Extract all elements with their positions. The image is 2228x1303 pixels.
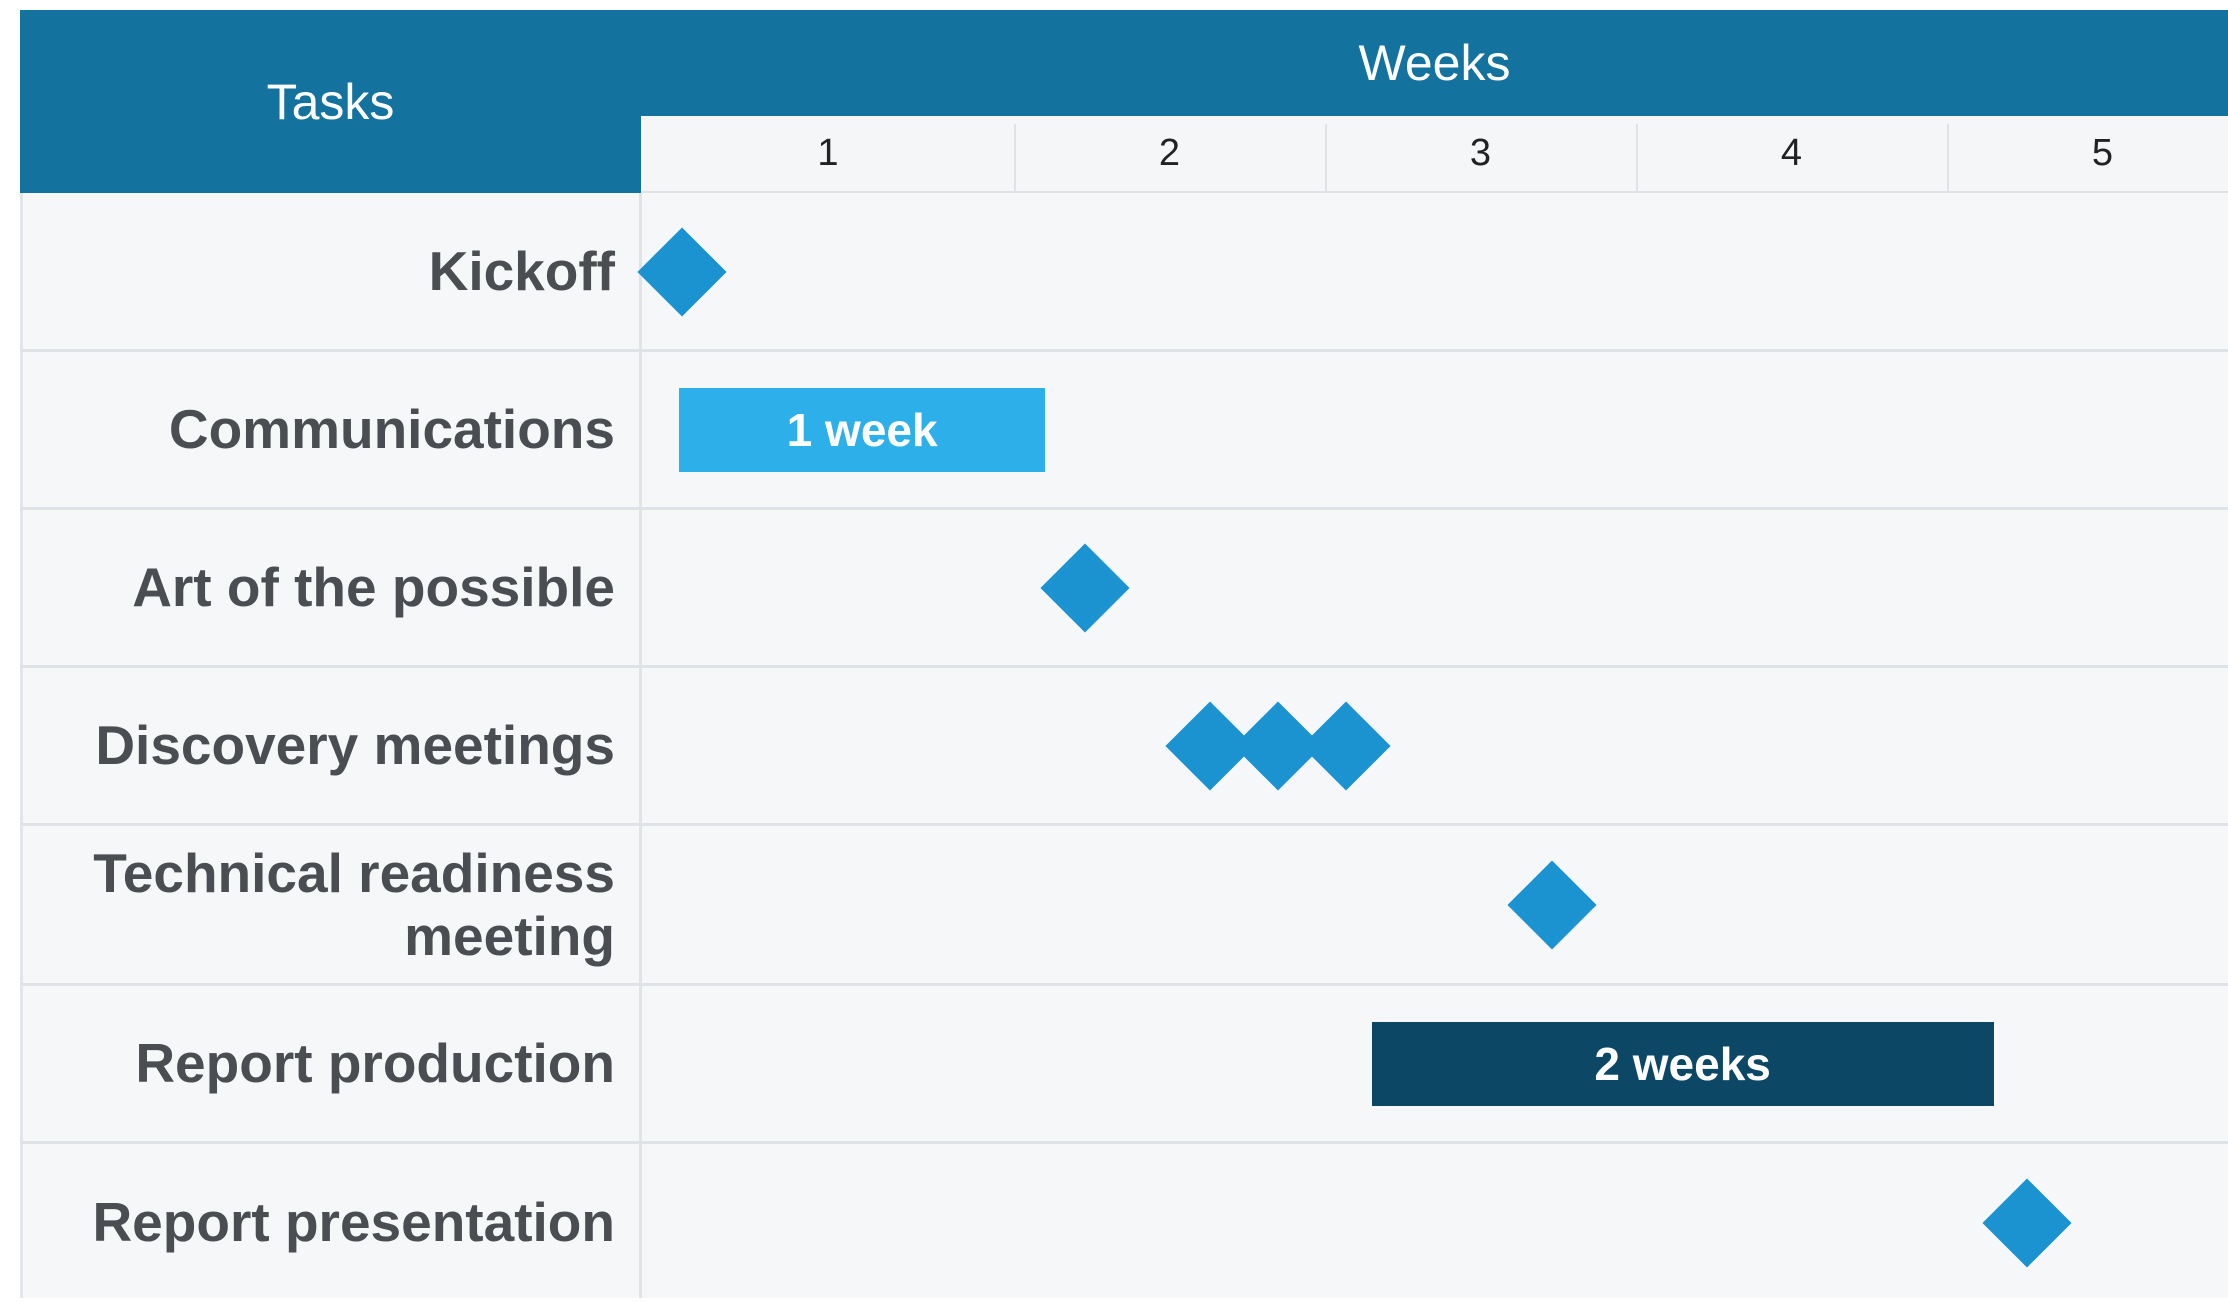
gantt-chart: Tasks Weeks 1 2 3 4 5 Kickoff Communications 1…: [0, 0, 2228, 1298]
week-divider: [1636, 124, 1638, 191]
duration-bar: 2 weeks: [1371, 1022, 1994, 1106]
task-label-text: Technical readiness meeting: [93, 841, 615, 967]
task-label: Art of the possible: [20, 509, 615, 667]
week-divider: [1014, 124, 1016, 191]
task-label: Kickoff: [20, 193, 615, 351]
week-scale: 1 2 3 4 5: [641, 116, 2228, 193]
duration-bar-label: 2 weeks: [1594, 1038, 1771, 1090]
week-divider: [1325, 124, 1327, 191]
duration-bar: 1 week: [679, 388, 1046, 472]
task-label: Communications: [20, 351, 615, 509]
task-label-text: Art of the possible: [132, 556, 615, 619]
week-label-3: 3: [1469, 132, 1492, 174]
task-label-text: Report presentation: [92, 1191, 615, 1254]
task-label-text: Kickoff: [428, 240, 615, 303]
task-label: Technical readiness meeting: [20, 825, 615, 985]
week-label-5: 5: [2091, 132, 2114, 174]
task-label: Report presentation: [20, 1143, 615, 1303]
task-label-text: Discovery meetings: [95, 714, 615, 777]
task-label: Discovery meetings: [20, 667, 615, 825]
week-label-2: 2: [1158, 132, 1181, 174]
task-column-divider: [639, 193, 642, 1298]
duration-bar-label: 1 week: [786, 404, 938, 456]
week-label-1: 1: [817, 132, 839, 174]
weeks-header: Weeks: [641, 10, 2228, 116]
week-label-4: 4: [1780, 132, 1803, 174]
tasks-header: Tasks: [20, 10, 641, 193]
task-label-text: Report production: [135, 1032, 615, 1095]
task-label: Report production: [20, 985, 615, 1143]
task-label-text: Communications: [168, 398, 615, 461]
week-divider: [1947, 124, 1949, 191]
